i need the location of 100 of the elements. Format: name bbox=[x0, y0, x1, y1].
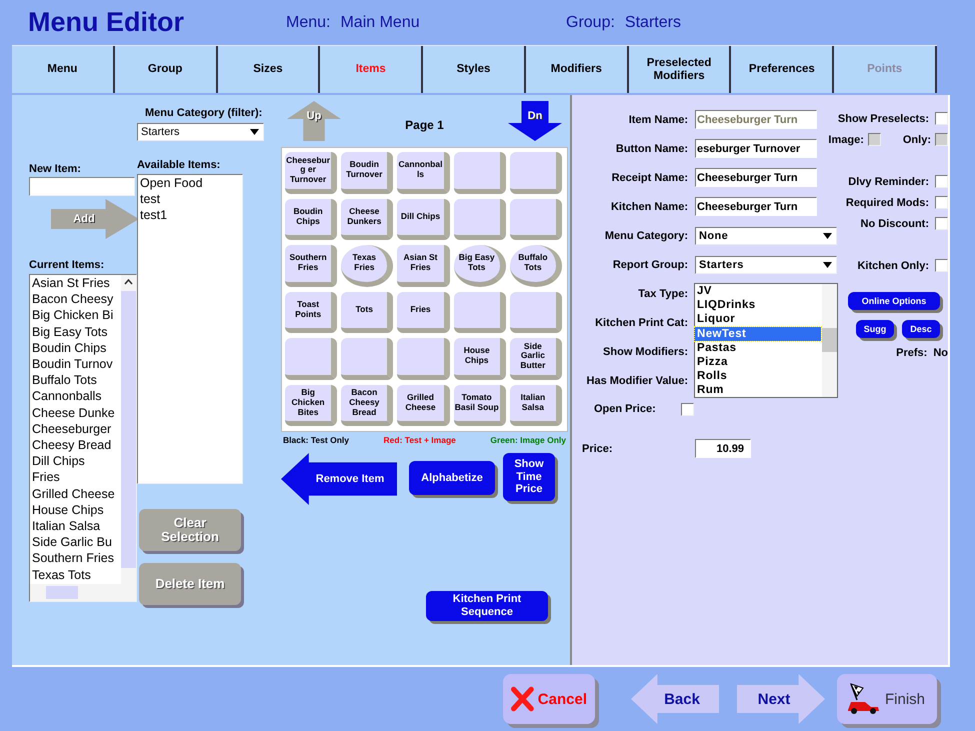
menu-item-button[interactable]: Asian St Fries bbox=[397, 245, 450, 286]
list-item[interactable]: Side Garlic Bu bbox=[30, 534, 112, 550]
tab[interactable]: Preselected Modifiers bbox=[628, 46, 732, 93]
list-item[interactable]: Southern Fries bbox=[30, 550, 114, 567]
dropdown-option[interactable]: JV bbox=[695, 284, 821, 298]
menu-item-button[interactable]: Cheeseburg er Turnover bbox=[285, 152, 338, 194]
tab[interactable]: Preferences bbox=[731, 46, 834, 93]
menu-item-button[interactable]: Big Chicken Bites bbox=[285, 384, 338, 426]
dropdown-option[interactable]: Liquor bbox=[695, 312, 821, 327]
scrollbar[interactable] bbox=[30, 584, 136, 601]
tab[interactable]: Sizes bbox=[218, 46, 320, 93]
empty-item-button[interactable] bbox=[397, 338, 450, 380]
checkbox[interactable] bbox=[935, 259, 948, 272]
tab[interactable]: Group bbox=[114, 46, 218, 93]
text-field[interactable]: Cheeseburger Turn bbox=[695, 197, 817, 216]
available-items-list[interactable]: Open Food test test1 bbox=[137, 174, 243, 484]
list-item[interactable]: Grilled Cheese bbox=[30, 486, 115, 502]
empty-item-button[interactable] bbox=[341, 338, 394, 380]
price-field[interactable]: 10.99 bbox=[695, 439, 751, 458]
list-item[interactable]: test1 bbox=[138, 207, 168, 224]
list-item[interactable]: Dill Chips bbox=[30, 453, 85, 470]
list-item[interactable]: Fries bbox=[30, 469, 60, 486]
checkbox[interactable] bbox=[935, 196, 948, 209]
dropdown-option[interactable]: LIQDrinks bbox=[695, 298, 821, 312]
list-item[interactable]: Asian St Fries bbox=[30, 275, 110, 292]
dropdown-list[interactable]: JV LIQDrinks Liquor NewTest Pastas Pizza Rolls Rum bbox=[694, 283, 838, 398]
menu-item-button[interactable]: Tomato Basil Soup bbox=[454, 384, 506, 426]
kitchen-print-sequence-button[interactable]: Kitchen Print Sequence bbox=[426, 591, 548, 621]
empty-item-button[interactable] bbox=[510, 198, 562, 240]
dropdown-option[interactable]: Pizza bbox=[695, 355, 821, 370]
list-item[interactable]: House Chips bbox=[30, 502, 104, 518]
menu-item-button[interactable]: Southern Fries bbox=[285, 245, 338, 286]
menu-item-button[interactable]: Boudin Chips bbox=[285, 198, 338, 240]
list-item[interactable]: Cheeseburger bbox=[30, 420, 112, 438]
list-item[interactable]: Big Easy Tots bbox=[30, 324, 108, 340]
menu-item-button[interactable]: Big Easy Tots bbox=[454, 245, 506, 286]
menu-item-button[interactable]: Bacon Cheesy Bread bbox=[341, 384, 394, 426]
scrollbar[interactable] bbox=[822, 284, 837, 397]
back-button[interactable]: Back bbox=[631, 674, 719, 724]
show-time-price-button[interactable]: Show Time Price bbox=[503, 453, 555, 501]
list-item[interactable]: test bbox=[138, 191, 160, 208]
scrollbar[interactable] bbox=[121, 275, 136, 584]
up-caret-icon[interactable] bbox=[124, 279, 133, 285]
menu-item-button[interactable]: Toast Points bbox=[285, 292, 338, 333]
page-down-button[interactable]: Dn bbox=[508, 101, 562, 141]
new-item-field[interactable] bbox=[29, 177, 135, 196]
menu-item-button[interactable]: Dill Chips bbox=[397, 198, 450, 240]
list-item[interactable]: Big Chicken Bi bbox=[30, 307, 114, 324]
checkbox[interactable] bbox=[935, 175, 948, 188]
list-item[interactable]: Cheese Dunke bbox=[30, 404, 115, 421]
next-button[interactable]: Next bbox=[737, 674, 825, 724]
list-item[interactable]: Boudin Turnov bbox=[30, 356, 113, 372]
tab[interactable]: Modifiers bbox=[526, 46, 629, 93]
tab[interactable]: Menu bbox=[12, 46, 115, 93]
menu-item-button[interactable]: Tots bbox=[341, 292, 394, 333]
text-field[interactable]: Cheeseburger Turn bbox=[695, 168, 817, 187]
list-item[interactable]: Open Food bbox=[138, 175, 203, 192]
menu-item-button[interactable]: Boudin Turnover bbox=[341, 152, 394, 194]
checkbox[interactable] bbox=[935, 217, 948, 230]
menu-item-button[interactable]: Cannonballs bbox=[397, 152, 450, 194]
list-item[interactable]: Bacon Cheesy bbox=[30, 291, 114, 308]
empty-item-button[interactable] bbox=[454, 152, 506, 194]
category-filter-dropdown[interactable]: Starters bbox=[137, 123, 264, 141]
empty-item-button[interactable] bbox=[510, 152, 562, 194]
online-options-button[interactable]: Online Options bbox=[848, 292, 940, 310]
dropdown[interactable]: None bbox=[695, 226, 837, 244]
text-field[interactable]: eseburger Turnover bbox=[695, 139, 817, 158]
empty-item-button[interactable] bbox=[454, 292, 506, 333]
menu-item-button[interactable]: Buffalo Tots bbox=[510, 245, 562, 286]
list-item[interactable]: Boudin Chips bbox=[30, 340, 106, 356]
menu-item-button[interactable]: Cheese Dunkers bbox=[341, 198, 394, 240]
menu-item-button[interactable]: House Chips bbox=[454, 338, 506, 380]
dropdown[interactable]: Starters bbox=[695, 256, 837, 274]
menu-item-button[interactable]: Italian Salsa bbox=[510, 384, 562, 426]
dropdown-option[interactable]: Rolls bbox=[695, 369, 821, 384]
list-item[interactable]: Cannonballs bbox=[30, 388, 102, 405]
checkbox[interactable] bbox=[681, 403, 694, 416]
menu-item-button[interactable]: Side Garlic Butter bbox=[510, 338, 562, 380]
empty-item-button[interactable] bbox=[510, 292, 562, 333]
alphabetize-button[interactable]: Alphabetize bbox=[409, 461, 495, 495]
field-label: Receipt Name: bbox=[610, 172, 688, 184]
menu-item-button[interactable]: Fries bbox=[397, 292, 450, 333]
list-item[interactable]: Texas Tots bbox=[30, 566, 91, 583]
dropdown-option[interactable]: NewTest bbox=[695, 326, 821, 341]
list-item[interactable]: Italian Salsa bbox=[30, 518, 100, 534]
empty-item-button[interactable] bbox=[454, 198, 506, 240]
list-item[interactable]: Cheesy Bread bbox=[30, 437, 112, 454]
dropdown-option[interactable]: Rum bbox=[695, 383, 821, 398]
menu-item-button[interactable]: Grilled Cheese bbox=[397, 384, 450, 426]
checkbox[interactable] bbox=[935, 112, 948, 125]
finish-button[interactable]: Finish bbox=[837, 674, 937, 724]
small-action-button[interactable]: Desc bbox=[902, 320, 940, 338]
current-items-list[interactable] bbox=[29, 274, 137, 602]
tab[interactable]: Styles bbox=[423, 46, 526, 93]
empty-item-button[interactable] bbox=[285, 338, 338, 380]
small-action-button[interactable]: Sugg bbox=[856, 320, 894, 338]
list-item[interactable]: Buffalo Tots bbox=[30, 372, 97, 388]
menu-item-button[interactable]: Texas Fries bbox=[341, 245, 394, 286]
dropdown-option[interactable]: Pastas bbox=[695, 340, 821, 356]
remove-item-button[interactable]: Remove Item bbox=[281, 453, 397, 505]
